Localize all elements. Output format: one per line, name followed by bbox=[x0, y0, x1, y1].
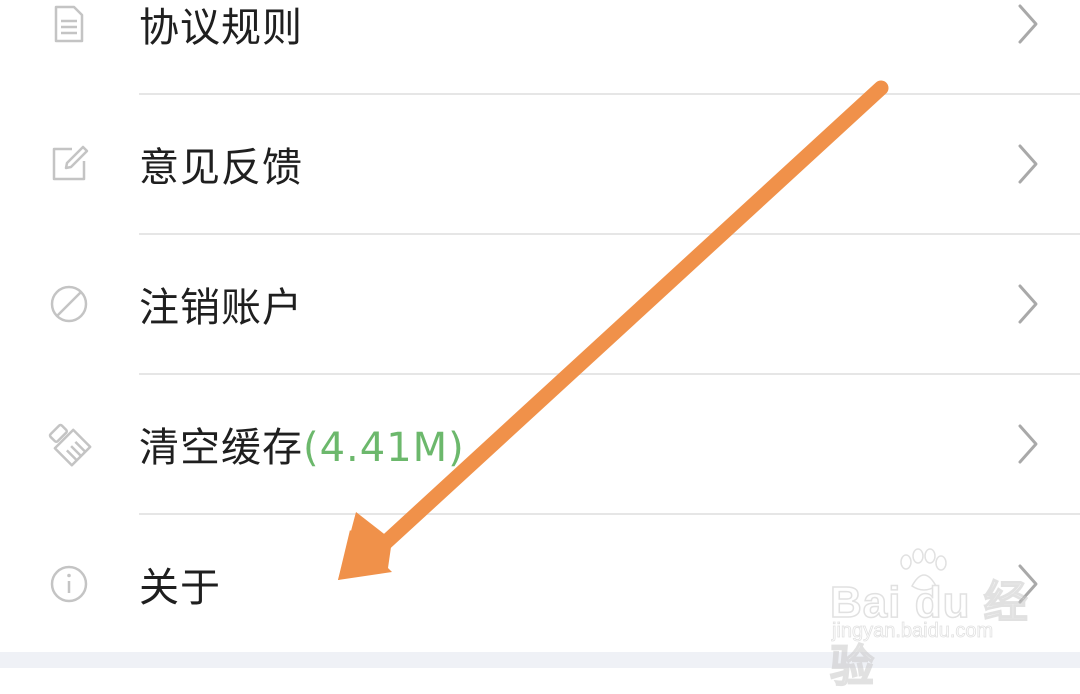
info-icon bbox=[46, 561, 92, 607]
bottom-bar bbox=[0, 652, 1080, 668]
edit-icon bbox=[46, 141, 92, 187]
menu-item-label: 清空缓存(4.41M) bbox=[139, 415, 465, 473]
menu-item-label: 意见反馈 bbox=[139, 145, 303, 191]
menu-item-feedback[interactable]: 意见反馈 bbox=[0, 94, 1080, 234]
clear-cache-label: 清空缓存 bbox=[139, 425, 303, 471]
menu-item-about[interactable]: 关于 bbox=[0, 514, 1080, 654]
chevron-right-icon bbox=[1012, 422, 1042, 466]
menu-item-label: 协议规则 bbox=[139, 5, 303, 51]
menu-item-label: 关于 bbox=[139, 565, 221, 611]
chevron-right-icon bbox=[1012, 282, 1042, 326]
menu-item-label: 注销账户 bbox=[139, 285, 303, 331]
menu-item-clear-cache[interactable]: 清空缓存(4.41M) bbox=[0, 374, 1080, 514]
chevron-right-icon bbox=[1012, 142, 1042, 186]
document-icon bbox=[46, 1, 92, 47]
chevron-right-icon bbox=[1012, 2, 1042, 46]
menu-item-agreement-rules[interactable]: 协议规则 bbox=[0, 0, 1080, 94]
chevron-right-icon bbox=[1012, 562, 1042, 606]
menu-item-deactivate-account[interactable]: 注销账户 bbox=[0, 234, 1080, 374]
prohibited-icon bbox=[46, 281, 92, 327]
cache-size: (4.41M) bbox=[303, 425, 465, 471]
broom-icon bbox=[46, 421, 92, 467]
